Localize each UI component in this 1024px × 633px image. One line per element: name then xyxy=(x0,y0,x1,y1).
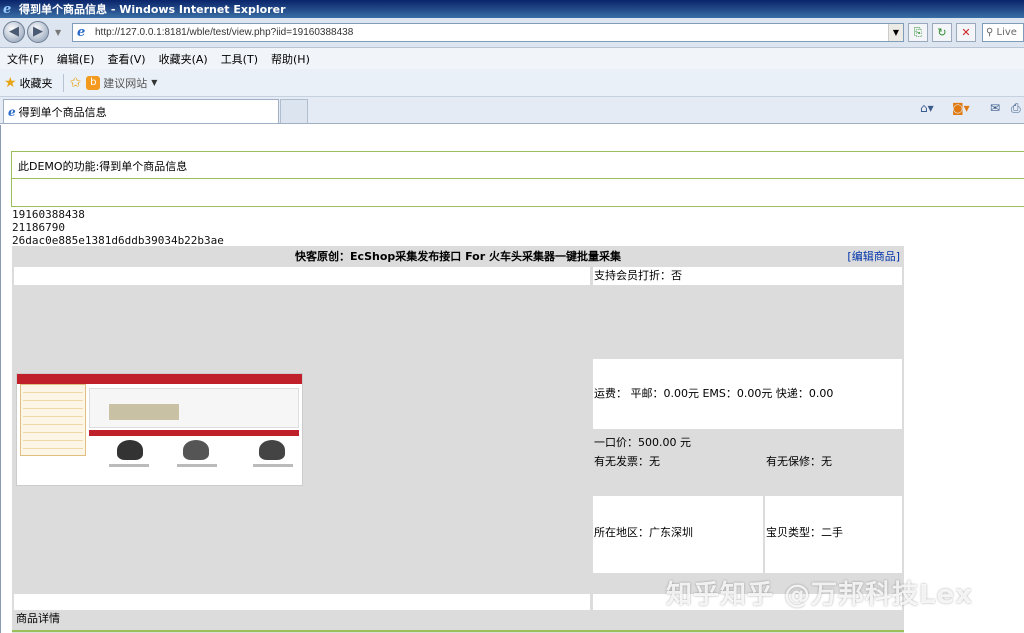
window-title: 得到单个商品信息 - Windows Internet Explorer xyxy=(19,3,286,16)
user-id: 21186790 xyxy=(12,221,65,234)
suggested-sites-dropdown-icon[interactable]: ▼ xyxy=(151,78,157,87)
address-url[interactable]: http://127.0.0.1:8181/wble/test/view.php… xyxy=(95,27,353,38)
menu-tools[interactable]: 工具(T) xyxy=(216,51,263,67)
ie-logo-icon: e xyxy=(3,1,12,17)
demo-box: 此DEMO的功能:得到单个商品信息 xyxy=(11,151,1024,207)
suggested-sites-icon: b xyxy=(86,75,101,90)
window-title-bar: e 得到单个商品信息 - Windows Internet Explorer xyxy=(0,0,1024,18)
menu-favorites[interactable]: 收藏夹(A) xyxy=(154,51,213,67)
image-cell-top xyxy=(14,267,590,285)
address-toolbar: ◀ ▶ ▼ e http://127.0.0.1:8181/wble/test/… xyxy=(0,18,1024,48)
compatibility-view-icon[interactable]: ⎘ xyxy=(908,23,928,42)
demo-text: 此DEMO的功能:得到单个商品信息 xyxy=(12,152,1024,179)
divider xyxy=(62,73,64,92)
refresh-icon[interactable]: ↻ xyxy=(932,23,952,42)
home-icon[interactable]: ⌂▾ xyxy=(920,101,934,115)
menu-file[interactable]: 文件(F) xyxy=(2,51,49,67)
member-discount: 支持会员打折：否 xyxy=(594,269,682,282)
item-type: 宝贝类型：二手 xyxy=(766,526,843,539)
tab-current[interactable]: e 得到单个商品信息 xyxy=(3,99,279,123)
menu-help[interactable]: 帮助(H) xyxy=(266,51,315,67)
watermark: 知乎知乎 @万邦科技Lex xyxy=(666,580,974,610)
tab-bar: e 得到单个商品信息 ⌂▾ ◙▾ ✉ ⎙ xyxy=(0,97,1024,124)
suggested-sites-link[interactable]: 建议网站 xyxy=(103,75,147,91)
address-bar[interactable]: e http://127.0.0.1:8181/wble/test/view.p… xyxy=(72,23,904,42)
stop-icon[interactable]: ✕ xyxy=(956,23,976,42)
menu-view[interactable]: 查看(V) xyxy=(102,51,150,67)
invoice: 有无发票：无 xyxy=(594,455,660,468)
search-placeholder: Live xyxy=(996,27,1017,38)
id-list: 19160388438 21186790 26dac0e885e1381d6dd… xyxy=(12,208,224,247)
page-icon: e xyxy=(77,24,86,40)
detail-divider xyxy=(12,630,904,632)
favorites-button[interactable]: 收藏夹 xyxy=(20,75,53,91)
favorites-bar: ★ 收藏夹 ✩ b 建议网站 ▼ xyxy=(0,69,1024,97)
address-dropdown-icon[interactable]: ▼ xyxy=(888,24,903,41)
warranty: 有无保修：无 xyxy=(766,455,832,468)
search-input[interactable]: ⚲ Live xyxy=(982,23,1024,42)
product-image[interactable] xyxy=(16,373,303,486)
price: 一口价：500.00 元 xyxy=(594,436,691,449)
tab-label: 得到单个商品信息 xyxy=(18,105,107,119)
menu-bar: 文件(F) 编辑(E) 查看(V) 收藏夹(A) 工具(T) 帮助(H) xyxy=(0,48,1024,69)
edit-goods-link[interactable]: [编辑商品] xyxy=(847,246,900,267)
item-id: 19160388438 xyxy=(12,208,85,221)
print-icon[interactable]: ⎙ xyxy=(1011,101,1021,116)
recent-pages-dropdown-icon[interactable]: ▼ xyxy=(55,28,61,37)
goods-title: 快客原创：EcShop采集发布接口 For 火车头采集器一键批量采集 xyxy=(295,250,621,263)
shipping: 运费： 平邮：0.00元 EMS：0.00元 快递：0.00 xyxy=(594,387,834,400)
favorites-star-icon[interactable]: ★ xyxy=(4,75,17,91)
menu-edit[interactable]: 编辑(E) xyxy=(52,51,100,67)
page-content: 此DEMO的功能:得到单个商品信息 19160388438 21186790 2… xyxy=(0,125,1024,633)
add-favorite-icon[interactable]: ✩ xyxy=(70,75,82,91)
location: 所在地区：广东深圳 xyxy=(594,526,693,539)
feeds-icon[interactable]: ◙▾ xyxy=(952,101,970,115)
image-cell-bottom xyxy=(14,594,590,610)
tab-page-icon: e xyxy=(8,104,16,119)
detail-label: 商品详情 xyxy=(16,612,60,625)
new-tab-button[interactable] xyxy=(280,99,308,123)
back-button[interactable]: ◀ xyxy=(3,21,25,43)
mail-icon[interactable]: ✉ xyxy=(990,101,1000,115)
forward-button[interactable]: ▶ xyxy=(27,21,49,43)
